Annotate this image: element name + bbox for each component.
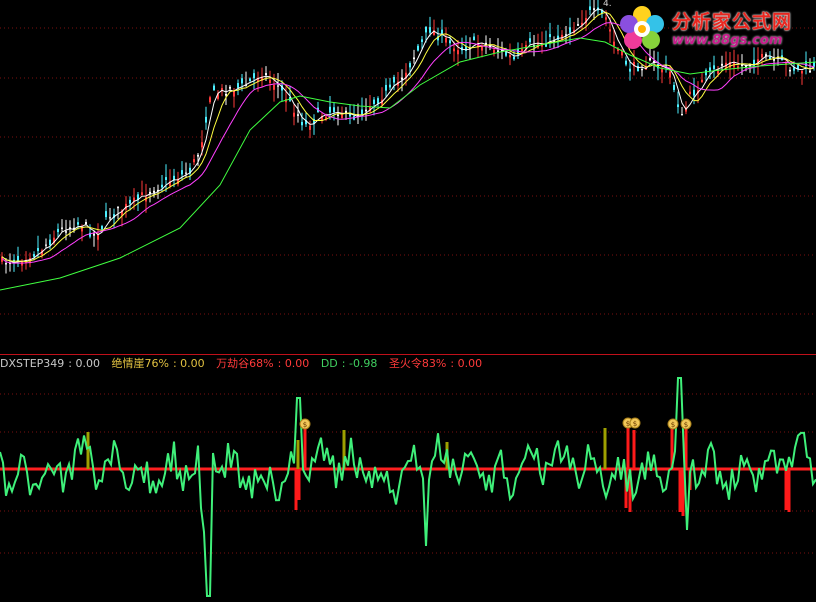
stock-chart: $ $ $ $ $ [0, 0, 816, 597]
ma-long-line [1, 22, 815, 264]
legend-dxstep: DXSTEP349: 0.00 [0, 357, 100, 370]
money-bag-icon-glyph: $ [671, 421, 675, 429]
flower-logo-icon [620, 6, 664, 49]
money-bag-icon-glyph: $ [303, 421, 307, 429]
legend-shenghuoling: 圣火令83%: 0.00 [388, 357, 483, 370]
price-top-label: 4. [603, 0, 612, 9]
money-bag-icon-glyph: $ [626, 420, 630, 428]
logo-text: 分析家公式网 [672, 11, 793, 33]
money-bag-icon-glyph: $ [684, 421, 688, 429]
money-bag-icon-glyph: $ [633, 420, 637, 428]
indicator-legend: DXSTEP349: 0.00 绝情崖76%: 0.00 万劫谷68%: 0.0… [0, 357, 490, 371]
site-logo: 分析家公式网 www.88gs.com [614, 2, 814, 54]
chart-root: $ $ $ $ $ 4. DXSTEP349: 0.00 绝情崖76%: 0.00 万劫… [0, 0, 816, 602]
dd-oscillator-line [0, 377, 816, 597]
legend-dd: DD: -0.98 [320, 357, 378, 370]
legend-wanjiegu: 万劫谷68%: 0.00 [216, 357, 310, 370]
logo-url: www.88gs.com [672, 33, 783, 48]
legend-juqingya: 绝情崖76%: 0.00 [111, 357, 205, 370]
